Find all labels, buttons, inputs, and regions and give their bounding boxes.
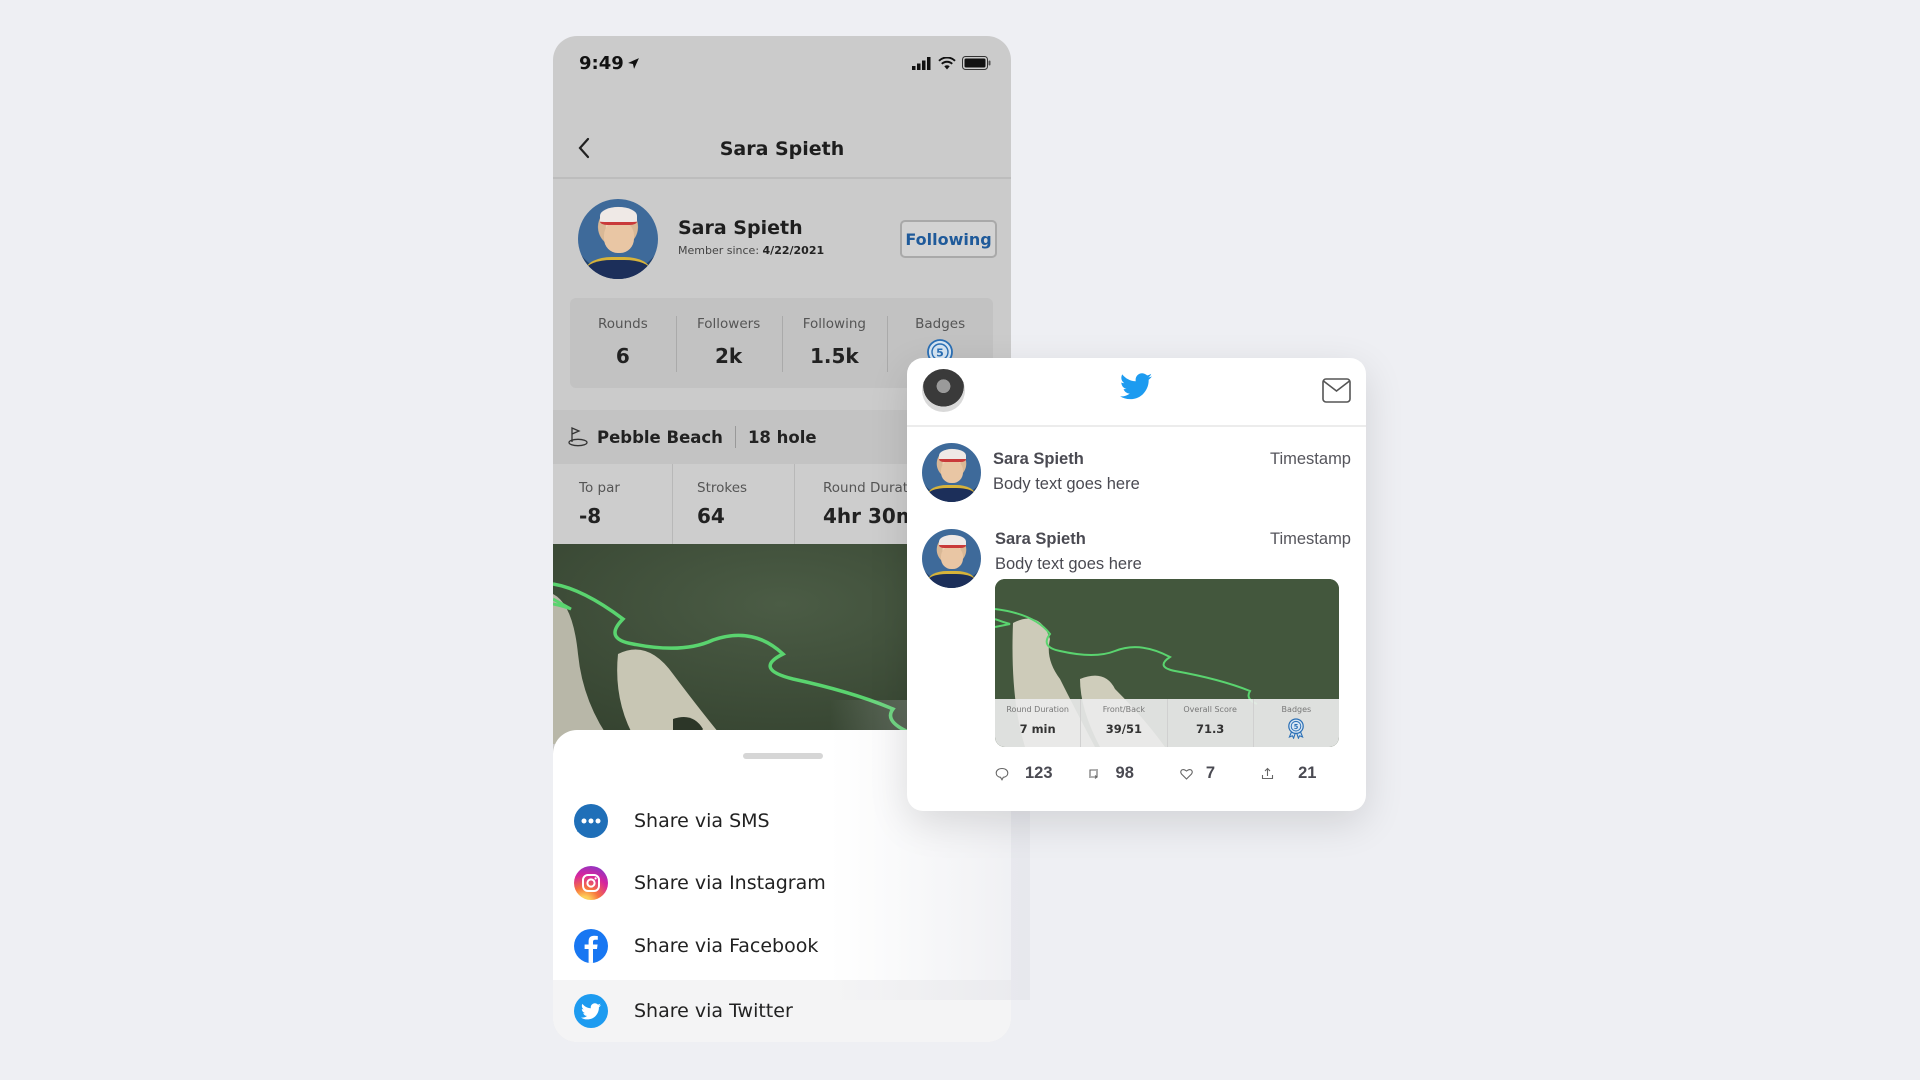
location-arrow-icon [627,58,639,69]
share-action[interactable]: 21 [1261,764,1316,783]
wifi-icon [938,56,956,69]
tweet-media-card[interactable]: Round Duration 7 min Front/Back 39/51 Ov… [995,579,1339,747]
media-stat: Badges 5 [1254,699,1339,747]
member-since-date: 4/22/2021 [762,244,825,257]
stat-label: Followers [697,316,761,332]
signal-icon [912,56,931,70]
share-label: Share via Facebook [634,935,819,957]
stat-label: Rounds [598,316,648,332]
stat-following[interactable]: Following 1.5k [781,298,888,388]
media-stat: Round Duration 7 min [995,699,1082,747]
tweet-actions: 123 98 7 21 [995,764,1316,783]
golf-flag-icon [568,427,588,447]
instagram-icon [574,866,608,900]
course-holes: 18 hole [747,427,817,447]
retweet-action[interactable]: 98 [1087,764,1134,783]
reply-count: 123 [1025,764,1053,782]
share-label: Share via SMS [634,810,770,832]
profile-avatar [578,199,658,279]
round-stat-value: -8 [579,504,602,528]
sms-icon [574,804,608,838]
tweet-body: Body text goes here [995,555,1142,573]
following-button[interactable]: Following [900,220,997,258]
share-label: Share via Twitter [634,1000,793,1022]
profile-name: Sara Spieth [678,217,803,239]
share-twitter-option[interactable]: Share via Twitter [553,980,1011,1042]
stat-value: 6 [615,344,630,368]
tweet-body: Body text goes here [993,475,1140,493]
svg-text:5: 5 [1294,723,1299,731]
media-stat-label: Overall Score [1183,705,1237,714]
round-stat-value: 64 [697,504,725,528]
member-since-label: Member since: [678,244,760,257]
stat-followers[interactable]: Followers 2k [675,298,782,388]
share-count: 21 [1298,764,1317,782]
course-name: Pebble Beach [597,427,723,447]
twitter-icon [574,994,608,1028]
retweet-icon [1088,769,1098,779]
sheet-drag-handle[interactable] [743,753,823,759]
clock: 9:49 [579,53,624,74]
mail-icon[interactable] [1322,378,1351,403]
media-stat-value: 39/51 [1105,722,1142,736]
like-action[interactable]: 7 [1180,764,1215,783]
badge-award-icon: 5 [1254,717,1339,743]
tweet-avatar [922,529,981,588]
round-stat-strokes: Strokes 64 [673,464,795,544]
tweet-timestamp: Timestamp [1270,450,1351,468]
tweet-avatar [922,443,981,502]
facebook-icon [574,929,608,963]
page-title: Sara Spieth [719,138,845,160]
media-stat-label: Round Duration [1006,705,1069,714]
stat-value: 2k [715,344,743,368]
heart-icon [1180,768,1193,780]
media-stat-value: 7 min [1019,722,1056,736]
share-facebook-option[interactable]: Share via Facebook [553,915,1011,977]
nav-bar: Sara Spieth [553,92,1011,179]
reply-action[interactable]: 123 [995,764,1053,783]
media-stat-value: 71.3 [1195,722,1225,736]
round-stat-label: To par [579,480,620,496]
share-icon [1262,767,1274,780]
twitter-header [907,358,1366,427]
status-time: 9:49 [579,53,640,74]
share-instagram-option[interactable]: Share via Instagram [553,852,1011,914]
stat-value: 1.5k [810,344,859,368]
twitter-preview-card: Sara Spieth Timestamp Body text goes her… [907,358,1366,811]
round-stat-label: Strokes [697,480,748,496]
member-since: Member since: 4/22/2021 [678,244,824,257]
tweet-author: Sara Spieth [993,450,1084,468]
like-count: 7 [1205,764,1216,782]
stat-rounds[interactable]: Rounds 6 [570,298,676,388]
media-stats: Round Duration 7 min Front/Back 39/51 Ov… [995,699,1339,747]
share-label: Share via Instagram [634,872,826,894]
stat-label: Following [802,316,866,332]
media-stat-label: Badges [1281,705,1312,714]
twitter-logo-icon[interactable] [1120,373,1152,400]
media-stat-label: Front/Back [1102,705,1146,714]
divider [734,426,736,448]
current-user-avatar[interactable] [922,369,965,412]
battery-icon [962,56,991,70]
round-stat-to-par: To par -8 [553,464,673,544]
media-stat: Front/Back 39/51 [1081,699,1168,747]
reply-icon [995,767,1009,781]
tweet-author: Sara Spieth [995,530,1086,548]
stat-label: Badges [915,316,966,332]
status-bar: 9:49 [553,36,1011,92]
tweet-timestamp: Timestamp [1270,530,1351,548]
media-stat: Overall Score 71.3 [1168,699,1254,747]
retweet-count: 98 [1115,764,1134,782]
